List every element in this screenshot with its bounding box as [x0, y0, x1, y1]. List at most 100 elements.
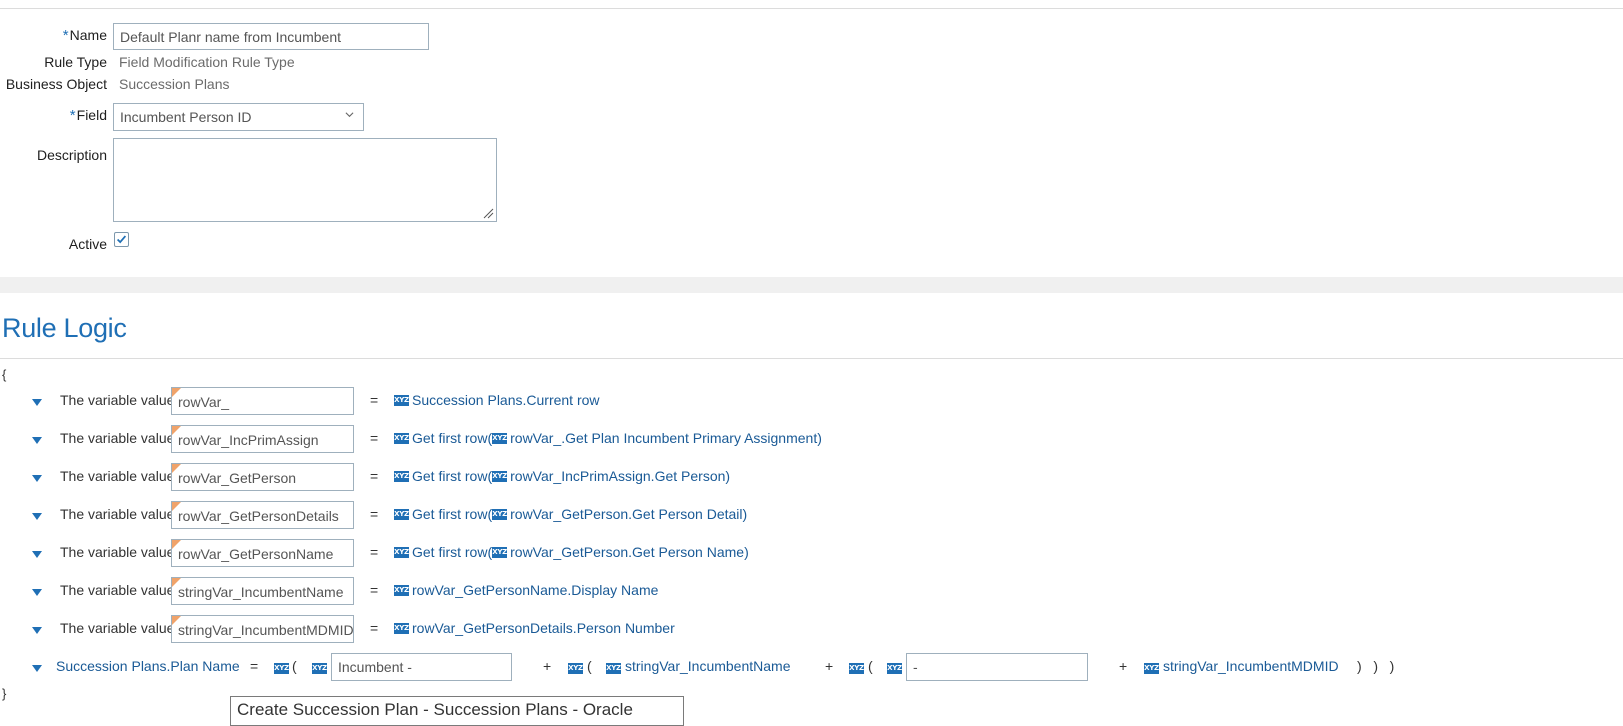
rule-logic-title: Rule Logic	[2, 313, 127, 343]
variable-input[interactable]: rowVar_	[171, 387, 354, 415]
plus-sign: +	[1119, 658, 1128, 674]
collapse-triangle-icon[interactable]	[32, 399, 42, 406]
expression-icon: XYZ	[568, 662, 583, 674]
expression-icon: XYZ	[394, 394, 409, 406]
row-label: The variable value	[60, 430, 175, 446]
plan-name-target[interactable]: Succession Plans.Plan Name	[56, 658, 240, 674]
variable-input[interactable]: stringVar_IncumbentName	[171, 577, 354, 605]
row-label: The variable value	[60, 620, 175, 636]
variable-input[interactable]: rowVar_GetPerson	[171, 463, 354, 491]
equals-sign: =	[370, 582, 379, 598]
marker-corner-icon	[172, 388, 181, 397]
assignment-row: The variable value stringVar_IncumbentNa…	[0, 577, 1623, 605]
variable-input[interactable]: rowVar_IncPrimAssign	[171, 425, 354, 453]
collapse-triangle-icon[interactable]	[32, 627, 42, 634]
expression-icon: XYZ	[492, 432, 507, 444]
expression[interactable]: XYZ rowVar_GetPersonDetails.Person Number	[394, 620, 675, 636]
plan-name-row: Succession Plans.Plan Name = XYZ ( XYZ I…	[0, 653, 1623, 681]
expression[interactable]: XYZ Get first row(XYZ rowVar_IncPrimAssign…	[394, 468, 730, 484]
variable-input[interactable]: rowVar_GetPersonDetails	[171, 501, 354, 529]
collapse-triangle-icon[interactable]	[32, 589, 42, 596]
field-select[interactable]: Incumbent Person ID	[113, 103, 364, 131]
open-paren: (	[868, 658, 873, 674]
expression-icon: XYZ	[274, 662, 289, 674]
required-marker: *	[62, 27, 69, 44]
assignment-row: The variable value rowVar_GetPersonDetai…	[0, 501, 1623, 529]
close-brace: }	[2, 686, 7, 701]
expression-icon: XYZ	[492, 508, 507, 520]
business-object-value: Succession Plans	[119, 76, 230, 92]
literal-input-1[interactable]: Incumbent -	[331, 653, 512, 681]
window-title-tooltip: Create Succession Plan - Succession Plan…	[230, 696, 684, 726]
expression-icon: XYZ	[394, 546, 409, 558]
rule-type-value: Field Modification Rule Type	[119, 54, 295, 70]
active-label: Active	[68, 236, 107, 252]
marker-corner-icon	[172, 426, 181, 435]
variable-reference[interactable]: stringVar_IncumbentMDMID	[1163, 658, 1339, 674]
row-label: The variable value	[60, 582, 175, 598]
expression[interactable]: XYZ Get first row(XYZ rowVar_.Get Plan Inc…	[394, 430, 822, 446]
expression-icon: XYZ	[312, 662, 327, 674]
assignment-row: The variable value stringVar_IncumbentMD…	[0, 615, 1623, 643]
collapse-triangle-icon[interactable]	[32, 513, 42, 520]
name-label: *Name	[62, 27, 107, 44]
equals-sign: =	[370, 392, 379, 408]
row-label: The variable value	[60, 544, 175, 560]
name-input[interactable]: Default Planr name from Incumbent	[113, 23, 429, 50]
marker-corner-icon	[172, 578, 181, 587]
plus-sign: +	[543, 658, 552, 674]
marker-corner-icon	[172, 616, 181, 625]
collapse-triangle-icon[interactable]	[32, 475, 42, 482]
equals-sign: =	[370, 544, 379, 560]
literal-input-2[interactable]: -	[906, 653, 1088, 681]
collapse-triangle-icon[interactable]	[32, 665, 42, 672]
description-textarea[interactable]	[113, 138, 497, 222]
equals-sign: =	[250, 658, 259, 674]
description-label: Description	[36, 147, 107, 163]
open-paren: (	[587, 658, 592, 674]
business-object-label: Business Object	[5, 76, 107, 92]
expression-icon: XYZ	[492, 470, 507, 482]
assignment-row: The variable value rowVar_GetPersonName …	[0, 539, 1623, 567]
equals-sign: =	[370, 620, 379, 636]
rule-logic-divider	[0, 358, 1623, 359]
marker-corner-icon	[172, 464, 181, 473]
marker-corner-icon	[172, 540, 181, 549]
active-checkbox[interactable]	[114, 232, 129, 247]
collapse-triangle-icon[interactable]	[32, 551, 42, 558]
collapse-triangle-icon[interactable]	[32, 437, 42, 444]
variable-reference[interactable]: stringVar_IncumbentName	[625, 658, 790, 674]
expression-icon: XYZ	[394, 470, 409, 482]
expression[interactable]: XYZ rowVar_GetPersonName.Display Name	[394, 582, 658, 598]
chevron-down-icon	[345, 112, 354, 118]
resize-handle-icon[interactable]	[482, 207, 494, 219]
close-parens: ) ) )	[1357, 658, 1395, 674]
expression[interactable]: XYZ Get first row(XYZ rowVar_GetPerson.Get…	[394, 544, 749, 560]
top-divider	[0, 8, 1623, 9]
equals-sign: =	[370, 468, 379, 484]
expression-icon: XYZ	[394, 508, 409, 520]
expression-icon: XYZ	[887, 662, 902, 674]
rule-type-label: Rule Type	[44, 54, 107, 70]
row-label: The variable value	[60, 468, 175, 484]
assignment-row: The variable value rowVar_IncPrimAssign …	[0, 425, 1623, 453]
expression-icon: XYZ	[394, 622, 409, 634]
assignment-row: The variable value rowVar_ = XYZ Successi…	[0, 387, 1623, 415]
field-label: *Field	[69, 107, 107, 124]
expression-icon: XYZ	[394, 432, 409, 444]
plus-sign: +	[825, 658, 834, 674]
variable-input[interactable]: rowVar_GetPersonName	[171, 539, 354, 567]
marker-corner-icon	[172, 502, 181, 511]
expression[interactable]: XYZ Get first row(XYZ rowVar_GetPerson.Get…	[394, 506, 747, 522]
checkmark-icon	[116, 235, 127, 244]
row-label: The variable value	[60, 506, 175, 522]
open-paren: (	[292, 658, 297, 674]
row-label: The variable value	[60, 392, 175, 408]
variable-input[interactable]: stringVar_IncumbentMDMID	[171, 615, 354, 643]
assignment-row: The variable value rowVar_GetPerson = XY…	[0, 463, 1623, 491]
expression[interactable]: XYZ Succession Plans.Current row	[394, 392, 600, 408]
section-separator	[0, 277, 1623, 293]
open-brace: {	[2, 367, 7, 382]
expression-icon: XYZ	[849, 662, 864, 674]
expression-icon: XYZ	[492, 546, 507, 558]
